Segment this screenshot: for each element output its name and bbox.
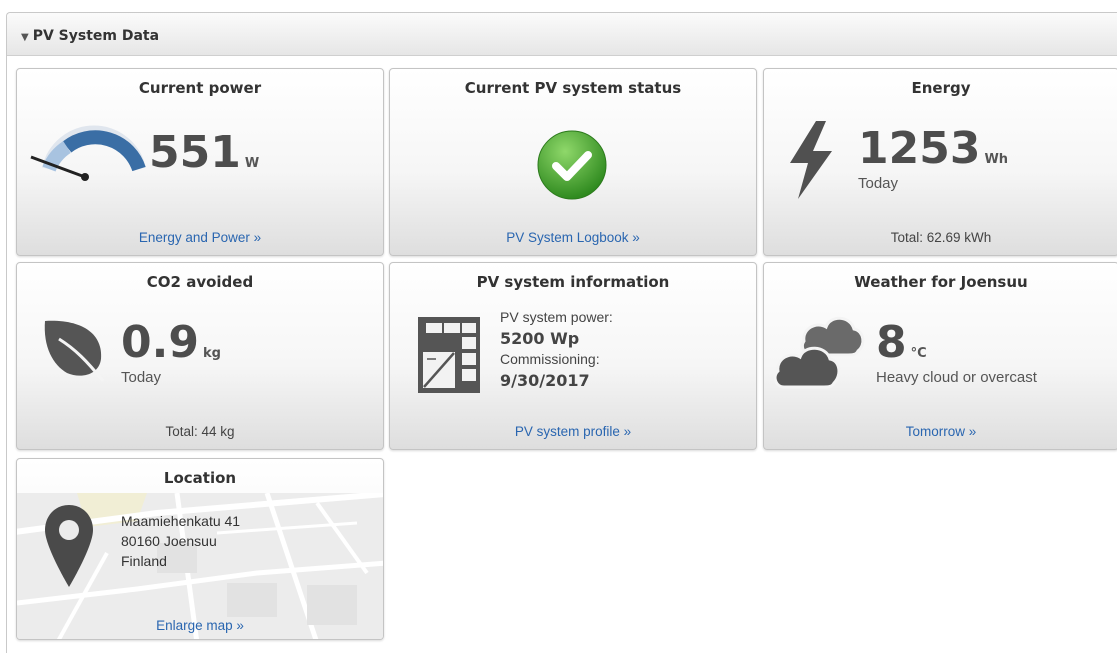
pv-power-label: PV system power: (500, 309, 613, 325)
map-pin-icon (45, 505, 93, 587)
collapse-triangle-icon[interactable]: ▼ (21, 32, 29, 43)
energy-number: 1253 (858, 123, 981, 174)
solar-panel-icon (418, 317, 480, 393)
co2-total: Total: 44 kg (165, 424, 235, 439)
enlarge-map-link[interactable]: Enlarge map » (17, 618, 383, 633)
temperature-value: 8 °C (876, 321, 927, 365)
energy-and-power-link[interactable]: Energy and Power » (17, 230, 383, 245)
co2-unit: kg (202, 346, 221, 361)
temperature-unit: °C (910, 346, 927, 361)
co2-period: Today (121, 369, 162, 386)
panel-title-text: PV System Data (32, 28, 160, 44)
weather-description: Heavy cloud or overcast (876, 369, 1037, 386)
power-number: 551 (149, 127, 241, 178)
tile-title: PV system information (476, 273, 670, 291)
address-country: Finland (121, 553, 167, 569)
panel-title[interactable]: ▼ PV System Data (21, 28, 159, 44)
leaf-icon (44, 320, 105, 382)
tile-current-power: Current power 551 W Energy and Power » (16, 68, 384, 256)
tile-title: CO2 avoided (146, 273, 254, 291)
commissioning-value: 9/30/2017 (500, 371, 590, 390)
co2-value: 0.9 kg (121, 321, 221, 365)
pv-system-logbook-link[interactable]: PV System Logbook » (390, 230, 756, 245)
panel-header[interactable]: ▼ PV System Data (7, 13, 1117, 56)
pv-system-profile-link[interactable]: PV system profile » (390, 424, 756, 439)
tile-co2: CO2 avoided 0.9 kg Today Total: 44 kg (16, 262, 384, 450)
address-city: 80160 Joensuu (121, 533, 217, 549)
power-value: 551 W (149, 131, 259, 175)
tile-energy: Energy 1253 Wh Today Total: 62.69 kWh (763, 68, 1117, 256)
tile-status: Current PV system status PV System Logbo… (389, 68, 757, 256)
power-unit: W (244, 156, 260, 171)
lightning-icon (790, 121, 832, 199)
tile-location: Location Maamiehenkatu 41 80160 Joensuu … (16, 458, 384, 640)
tile-title: Energy (911, 79, 971, 97)
cloud-icon (774, 316, 865, 389)
energy-unit: Wh (984, 152, 1009, 167)
tile-pv-info: PV system information PV system power: 5… (389, 262, 757, 450)
gauge-icon (30, 125, 146, 181)
tile-title: Location (163, 469, 237, 487)
commissioning-label: Commissioning: (500, 351, 600, 367)
tile-title: Current PV system status (464, 79, 682, 97)
tile-title: Weather for Joensuu (854, 273, 1028, 291)
tile-title: Current power (138, 79, 262, 97)
address-street: Maamiehenkatu 41 (121, 513, 241, 529)
tomorrow-link[interactable]: Tomorrow » (764, 424, 1117, 439)
energy-total: Total: 62.69 kWh (890, 230, 992, 245)
check-circle-icon (537, 130, 607, 200)
energy-value: 1253 Wh (858, 127, 1008, 171)
pv-power-value: 5200 Wp (500, 329, 580, 348)
energy-period: Today (858, 175, 899, 192)
tile-weather: Weather for Joensuu 8 °C Heavy cloud or o… (763, 262, 1117, 450)
co2-number: 0.9 (121, 317, 199, 368)
temperature-number: 8 (876, 317, 907, 368)
